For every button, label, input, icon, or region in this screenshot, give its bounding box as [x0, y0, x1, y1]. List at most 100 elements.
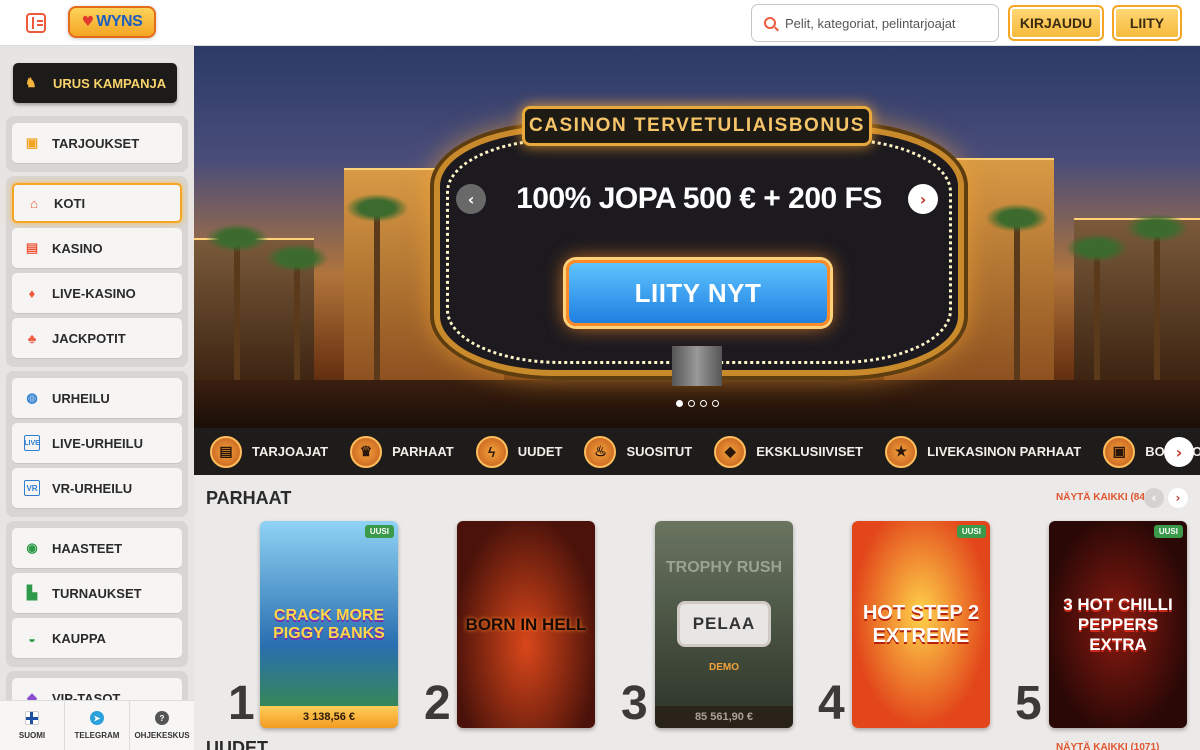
- game-card[interactable]: TROPHY RUSH PELAA DEMO 85 561,90 €: [655, 521, 793, 728]
- next-see-all-link[interactable]: NÄYTÄ KAIKKI (1071): [1056, 742, 1159, 750]
- heart-icon: ♥: [81, 14, 95, 30]
- sidebar-item-casino[interactable]: ▤ KASINO: [12, 228, 182, 268]
- sidebar-item-sports[interactable]: ◍ URHEILU: [12, 378, 182, 418]
- banner-dot[interactable]: [676, 400, 683, 407]
- banner-next-icon[interactable]: ›: [908, 184, 938, 214]
- search-input[interactable]: [785, 15, 985, 31]
- cards-icon: ♦: [28, 285, 36, 301]
- footer-label: SUOMI: [18, 731, 46, 740]
- sidebar-item-label: KASINO: [52, 240, 103, 256]
- palm-tree: [206, 224, 268, 398]
- banner-title: CASINON TERVETULIAISBONUS: [522, 106, 872, 146]
- rank-number: 5: [1015, 677, 1042, 730]
- logo-text: WYNS: [96, 13, 143, 30]
- sidebar-item-home[interactable]: ⌂ KOTI: [12, 183, 182, 223]
- telegram-button[interactable]: ➤ TELEGRAM: [65, 701, 130, 750]
- category-label: SUOSITUT: [626, 444, 693, 459]
- clover-icon: ♣: [27, 330, 37, 346]
- banner-dot[interactable]: [688, 400, 695, 407]
- game-title: BORN IN HELL: [465, 614, 587, 634]
- palm-tree: [1126, 214, 1188, 398]
- promo-campaign-button[interactable]: ♞ URUS KAMPANJA: [13, 63, 177, 103]
- sidebar-item-label: TURNAUKSET: [52, 585, 142, 601]
- category-live-best[interactable]: ★ LIVEKASINON PARHAAT: [885, 435, 1081, 468]
- live-icon: LIVE: [24, 435, 40, 451]
- join-button[interactable]: LIITY: [1112, 5, 1182, 41]
- game-art: BORN IN HELL: [457, 521, 595, 728]
- banner-dot[interactable]: [712, 400, 719, 407]
- star-icon: ★: [885, 435, 918, 468]
- next-section-title: UUDET: [206, 738, 268, 750]
- category-label: UUDET: [517, 444, 563, 459]
- banner-pagination: [676, 400, 719, 407]
- rank-number: 2: [424, 677, 451, 730]
- search-icon: [764, 17, 776, 29]
- slot-machine-icon: ▤: [25, 240, 39, 255]
- sidebar-item-challenges[interactable]: ◉ HAASTEET: [12, 528, 182, 568]
- sidebar-item-label: TARJOUKSET: [52, 135, 140, 151]
- logo[interactable]: ♥ WYNS: [68, 6, 156, 38]
- rank-number: 3: [621, 677, 648, 730]
- sidebar-item-live-sports[interactable]: LIVE LIVE-URHEILU: [12, 423, 182, 463]
- palm-tree: [1066, 234, 1128, 398]
- join-now-button[interactable]: LIITY NYT: [566, 260, 830, 326]
- sidebar-item-label: URHEILU: [52, 390, 110, 406]
- category-label: TARJOAJAT: [252, 444, 329, 459]
- lightning-icon: ϟ: [475, 435, 508, 468]
- game-card[interactable]: CRACK MORE PIGGY BANKS UUSI 3 138,56 €: [260, 521, 398, 728]
- vr-icon: VR: [24, 480, 40, 496]
- footer-label: TELEGRAM: [74, 731, 120, 740]
- sidebar-toggle-icon[interactable]: [26, 13, 46, 33]
- sidebar-item-offers[interactable]: ▣ TARJOUKSET: [12, 123, 182, 163]
- section-next-icon[interactable]: ›: [1168, 488, 1188, 508]
- category-label: PARHAAT: [392, 444, 454, 459]
- rank-number: 4: [818, 677, 845, 730]
- category-popular[interactable]: ♨ SUOSITUT: [584, 435, 693, 468]
- sidebar-item-shop[interactable]: ◒ KAUPPA: [12, 618, 182, 658]
- sidebar: ♞ URUS KAMPANJA ▣ TARJOUKSET ⌂ KOTI ▤ KA…: [0, 46, 194, 750]
- top-header: ♥ WYNS KIRJAUDU LIITY: [0, 0, 1200, 46]
- help-icon: ?: [155, 711, 169, 725]
- document-icon: ▤: [210, 435, 242, 468]
- sidebar-item-label: VR-URHEILU: [52, 480, 133, 496]
- category-best[interactable]: ♛ PARHAAT: [350, 435, 454, 468]
- game-title: CRACK MORE PIGGY BANKS: [273, 606, 385, 642]
- gift-icon: ▣: [25, 135, 39, 150]
- see-all-link[interactable]: NÄYTÄ KAIKKI (841): [1056, 492, 1154, 503]
- search-box[interactable]: [751, 4, 999, 42]
- footer-label: OHJEKESKUS: [134, 731, 190, 740]
- sidebar-item-vr-sports[interactable]: VR VR-URHEILU: [12, 468, 182, 508]
- game-art: HOT STEP 2 EXTREME: [852, 521, 990, 728]
- sidebar-item-tournaments[interactable]: ▙ TURNAUKSET: [12, 573, 182, 613]
- category-providers[interactable]: ▤ TARJOAJAT: [210, 435, 329, 468]
- banner-dot[interactable]: [700, 400, 707, 407]
- banner-offer: 100% JOPA 500 € + 200 FS: [516, 182, 882, 215]
- category-exclusive[interactable]: ◆ EKSKLUSIIVISET: [714, 435, 863, 468]
- medal-icon: ◉: [26, 540, 38, 555]
- login-button[interactable]: KIRJAUDU: [1008, 5, 1104, 41]
- game-card[interactable]: 3 HOT CHILLI PEPPERS EXTRA UUSI: [1049, 521, 1187, 728]
- new-badge: UUSI: [364, 525, 394, 538]
- podium-icon: ▙: [27, 585, 37, 600]
- category-new[interactable]: ϟ UUDET: [475, 435, 563, 468]
- banner-prev-icon[interactable]: ‹: [456, 184, 486, 214]
- game-title: HOT STEP 2 EXTREME: [862, 601, 980, 647]
- ball-icon: ◍: [26, 390, 38, 405]
- sidebar-group-extras: ◉ HAASTEET ▙ TURNAUKSET ◒ KAUPPA: [6, 521, 188, 667]
- sidebar-item-live-casino[interactable]: ♦ LIVE-KASINO: [12, 273, 182, 313]
- new-badge: UUSI: [1153, 525, 1183, 538]
- game-card[interactable]: HOT STEP 2 EXTREME UUSI: [852, 521, 990, 728]
- sidebar-item-jackpots[interactable]: ♣ JACKPOTIT: [12, 318, 182, 358]
- sidebar-item-label: JACKPOTIT: [52, 330, 126, 346]
- game-title: 3 HOT CHILLI PEPPERS EXTRA: [1063, 594, 1173, 654]
- language-button[interactable]: SUOMI: [0, 701, 65, 750]
- crown-icon: ♛: [350, 435, 383, 468]
- help-center-button[interactable]: ? OHJEKESKUS: [130, 701, 194, 750]
- section-prev-icon[interactable]: ‹: [1144, 488, 1164, 508]
- demo-link[interactable]: DEMO: [655, 662, 793, 673]
- game-card[interactable]: BORN IN HELL: [457, 521, 595, 728]
- hero-banner[interactable]: CASINON TERVETULIAISBONUS 100% JOPA 500 …: [194, 46, 1200, 428]
- play-button[interactable]: PELAA: [677, 601, 771, 647]
- section-title: PARHAAT: [206, 488, 292, 508]
- category-next-icon[interactable]: ›: [1164, 437, 1194, 467]
